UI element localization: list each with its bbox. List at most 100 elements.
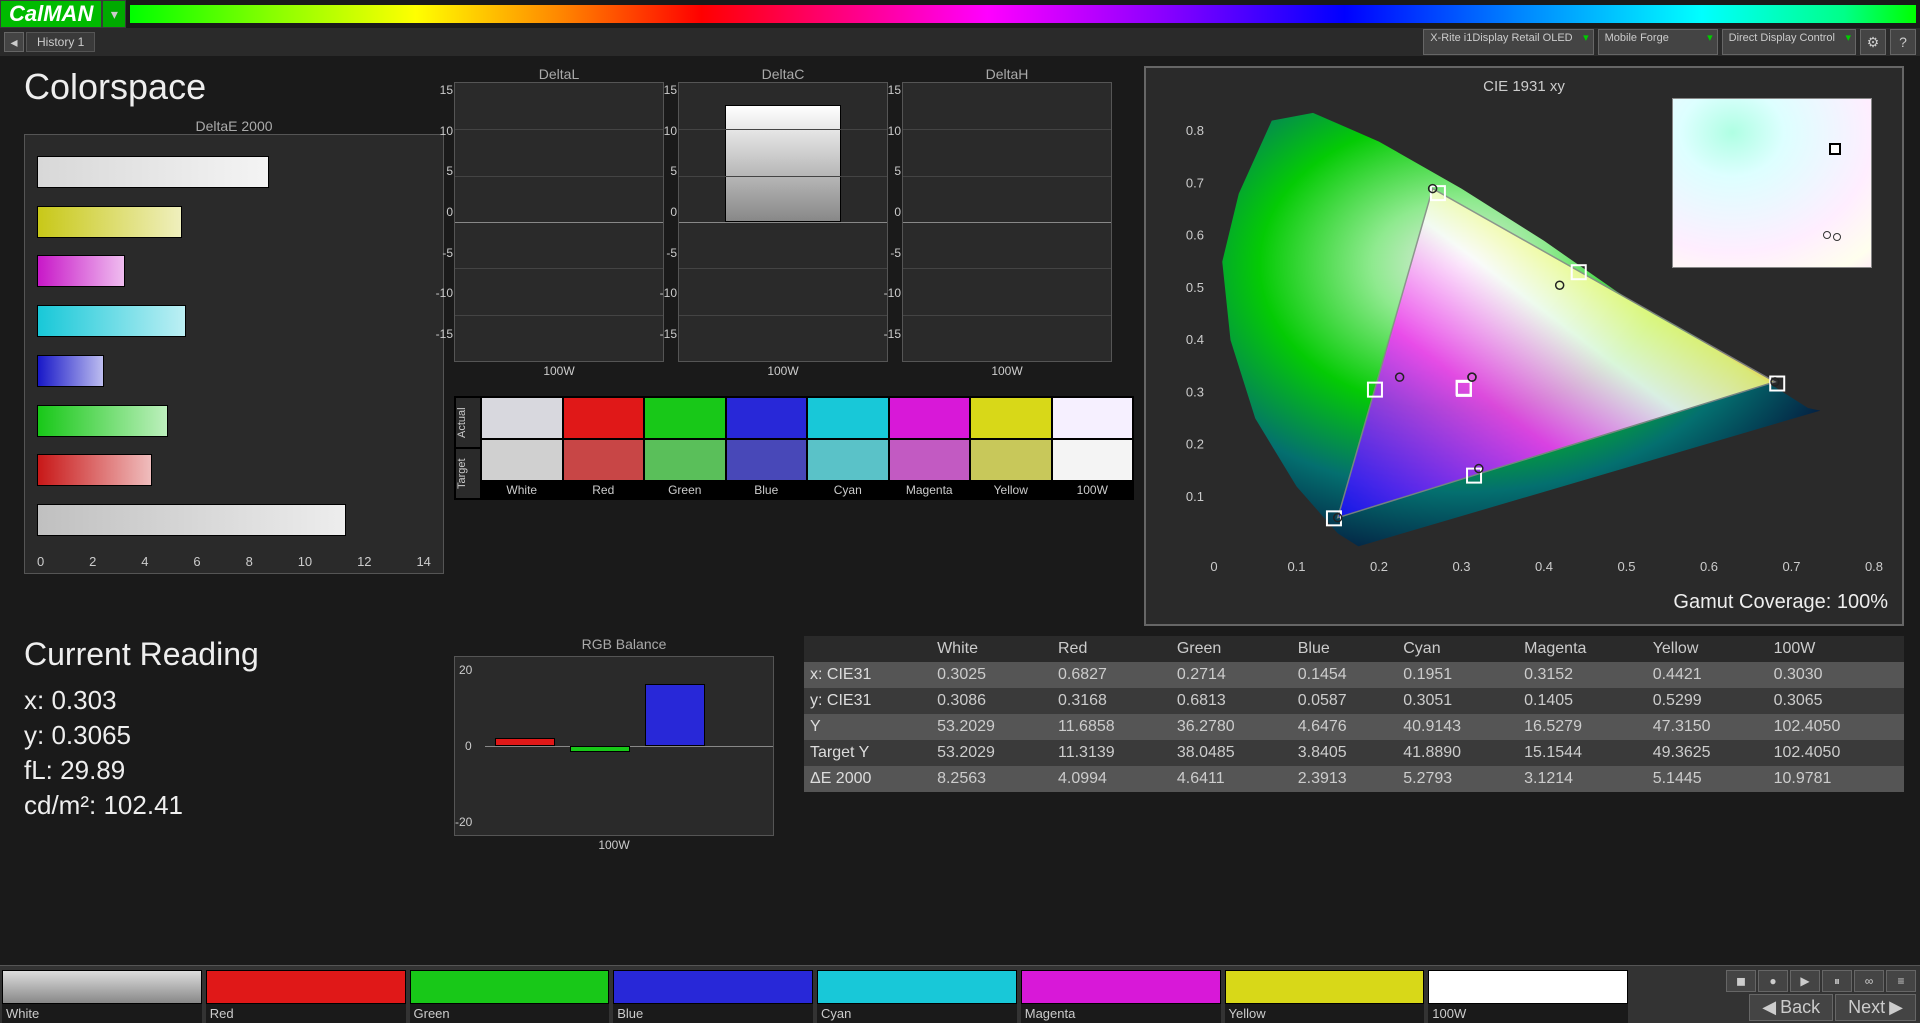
help-icon[interactable]: ? bbox=[1890, 29, 1916, 55]
rgb-xlabel: 100W bbox=[454, 838, 774, 852]
swatch-label: Magenta bbox=[889, 481, 971, 499]
back-button[interactable]: ◀ Back bbox=[1749, 994, 1833, 1021]
svg-text:0.8: 0.8 bbox=[1186, 123, 1204, 138]
rainbow-bar bbox=[130, 5, 1916, 23]
table-row: ΔE 20008.25634.09944.64112.39135.27933.1… bbox=[804, 766, 1904, 792]
swatch-actual bbox=[481, 397, 563, 439]
rgb-bar-g bbox=[570, 746, 630, 752]
swatch-label: Red bbox=[563, 481, 645, 499]
svg-text:0.2: 0.2 bbox=[1370, 559, 1388, 574]
swatch-target bbox=[563, 439, 645, 481]
gamut-coverage: Gamut Coverage: 100% bbox=[1673, 591, 1888, 614]
svg-text:0.3: 0.3 bbox=[1452, 559, 1470, 574]
svg-text:0: 0 bbox=[1210, 559, 1217, 574]
color-tab[interactable]: 100W bbox=[1428, 970, 1628, 1023]
swatch-actual bbox=[644, 397, 726, 439]
swatch-target bbox=[970, 439, 1052, 481]
data-table-panel: WhiteRedGreenBlueCyanMagentaYellow100Wx:… bbox=[804, 636, 1904, 896]
tab-home-icon[interactable]: ◂ bbox=[4, 32, 24, 52]
color-tab[interactable]: Yellow bbox=[1225, 970, 1425, 1023]
color-tab[interactable]: Green bbox=[410, 970, 610, 1023]
stop-icon[interactable]: ◼ bbox=[1726, 970, 1756, 992]
cie-title: CIE 1931 xy bbox=[1164, 78, 1884, 95]
svg-text:0.5: 0.5 bbox=[1186, 280, 1204, 295]
svg-text:0.1: 0.1 bbox=[1186, 489, 1204, 504]
loop-icon[interactable]: ∞ bbox=[1854, 970, 1884, 992]
deltae-chart: 02468101214 bbox=[24, 134, 444, 574]
svg-text:0.1: 0.1 bbox=[1287, 559, 1305, 574]
delta-panel: DeltaL 151050-5-10-15 100W DeltaC 151050… bbox=[454, 66, 1134, 626]
tab-history[interactable]: History 1 bbox=[26, 32, 95, 52]
deltah-title: DeltaH bbox=[902, 66, 1112, 82]
display-dropdown[interactable]: Direct Display Control bbox=[1722, 29, 1856, 55]
deltae-bar bbox=[37, 405, 168, 437]
data-table: WhiteRedGreenBlueCyanMagentaYellow100Wx:… bbox=[804, 636, 1904, 792]
svg-text:0.6: 0.6 bbox=[1700, 559, 1718, 574]
deltae-bar bbox=[37, 156, 269, 188]
deltae-bar bbox=[37, 454, 152, 486]
swatch-label: Yellow bbox=[970, 481, 1052, 499]
current-reading-panel: Current Reading x: 0.303 y: 0.3065 fL: 2… bbox=[24, 636, 444, 896]
svg-text:0.5: 0.5 bbox=[1617, 559, 1635, 574]
deltae-bar bbox=[37, 504, 346, 536]
cie-inset bbox=[1672, 98, 1872, 268]
deltae-bar bbox=[37, 355, 104, 387]
svg-text:0.4: 0.4 bbox=[1535, 559, 1553, 574]
next-button[interactable]: Next ▶ bbox=[1835, 994, 1916, 1021]
swatch-table: Actual Target WhiteRedGreenBlueCyanMagen… bbox=[454, 396, 1134, 500]
inset-circle-icon bbox=[1823, 231, 1831, 239]
swatch-target bbox=[481, 439, 563, 481]
color-tab[interactable]: Cyan bbox=[817, 970, 1017, 1023]
swatch-target bbox=[726, 439, 808, 481]
deltae-bar bbox=[37, 305, 186, 337]
app-menu-arrow-icon[interactable]: ▾ bbox=[102, 0, 126, 28]
deltal-chart: 151050-5-10-15 bbox=[454, 82, 664, 362]
svg-text:0.7: 0.7 bbox=[1186, 175, 1204, 190]
swatch-actual bbox=[807, 397, 889, 439]
app-logo: CalMAN bbox=[0, 0, 102, 28]
svg-text:0.7: 0.7 bbox=[1782, 559, 1800, 574]
play-icon[interactable]: ▶ bbox=[1790, 970, 1820, 992]
swatch-actual bbox=[563, 397, 645, 439]
swatch-label: White bbox=[481, 481, 563, 499]
deltal-xlabel: 100W bbox=[454, 364, 664, 378]
deltah-xlabel: 100W bbox=[902, 364, 1112, 378]
svg-text:0.8: 0.8 bbox=[1865, 559, 1883, 574]
page-title: Colorspace bbox=[24, 66, 444, 108]
inset-circle-icon bbox=[1833, 233, 1841, 241]
table-row: x: CIE310.30250.68270.27140.14540.19510.… bbox=[804, 662, 1904, 688]
app-header: CalMAN ▾ bbox=[0, 0, 1920, 28]
settings-icon[interactable]: ⚙ bbox=[1860, 29, 1886, 55]
swatch-target bbox=[644, 439, 726, 481]
swatch-label: Blue bbox=[726, 481, 808, 499]
color-tab[interactable]: Blue bbox=[613, 970, 813, 1023]
current-reading-title: Current Reading bbox=[24, 636, 444, 673]
deltac-title: DeltaC bbox=[678, 66, 888, 82]
color-tab[interactable]: Red bbox=[206, 970, 406, 1023]
swatch-actual-label: Actual bbox=[455, 397, 481, 448]
swatch-actual bbox=[889, 397, 971, 439]
record-icon[interactable]: ● bbox=[1758, 970, 1788, 992]
rgb-title: RGB Balance bbox=[454, 636, 794, 652]
bottom-bar: WhiteRedGreenBlueCyanMagentaYellow100W ◼… bbox=[0, 965, 1920, 1023]
color-tab[interactable]: White bbox=[2, 970, 202, 1023]
pause-icon[interactable]: ⏸ bbox=[1822, 970, 1852, 992]
rgb-panel: RGB Balance 20 0 -20 100W bbox=[454, 636, 794, 896]
swatch-actual bbox=[970, 397, 1052, 439]
svg-text:0.2: 0.2 bbox=[1186, 437, 1204, 452]
deltac-xlabel: 100W bbox=[678, 364, 888, 378]
cie-panel: CIE 1931 xy 0 0.1 0.2 0.3 0.4 0.5 0.6 0.7 0.8 0.1… bbox=[1144, 66, 1904, 626]
source-dropdown[interactable]: Mobile Forge bbox=[1598, 29, 1718, 55]
table-row: y: CIE310.30860.31680.68130.05870.30510.… bbox=[804, 688, 1904, 714]
deltal-title: DeltaL bbox=[454, 66, 664, 82]
svg-text:0.6: 0.6 bbox=[1186, 228, 1204, 243]
table-row: Target Y53.202911.313938.04853.840541.88… bbox=[804, 740, 1904, 766]
list-icon[interactable]: ≡ bbox=[1886, 970, 1916, 992]
swatch-actual bbox=[1052, 397, 1134, 439]
swatch-label: 100W bbox=[1052, 481, 1134, 499]
color-tab[interactable]: Magenta bbox=[1021, 970, 1221, 1023]
svg-text:0.4: 0.4 bbox=[1186, 332, 1204, 347]
meter-dropdown[interactable]: X-Rite i1Display Retail OLED bbox=[1423, 29, 1593, 55]
rgb-bar-r bbox=[495, 738, 555, 746]
swatch-actual bbox=[726, 397, 808, 439]
